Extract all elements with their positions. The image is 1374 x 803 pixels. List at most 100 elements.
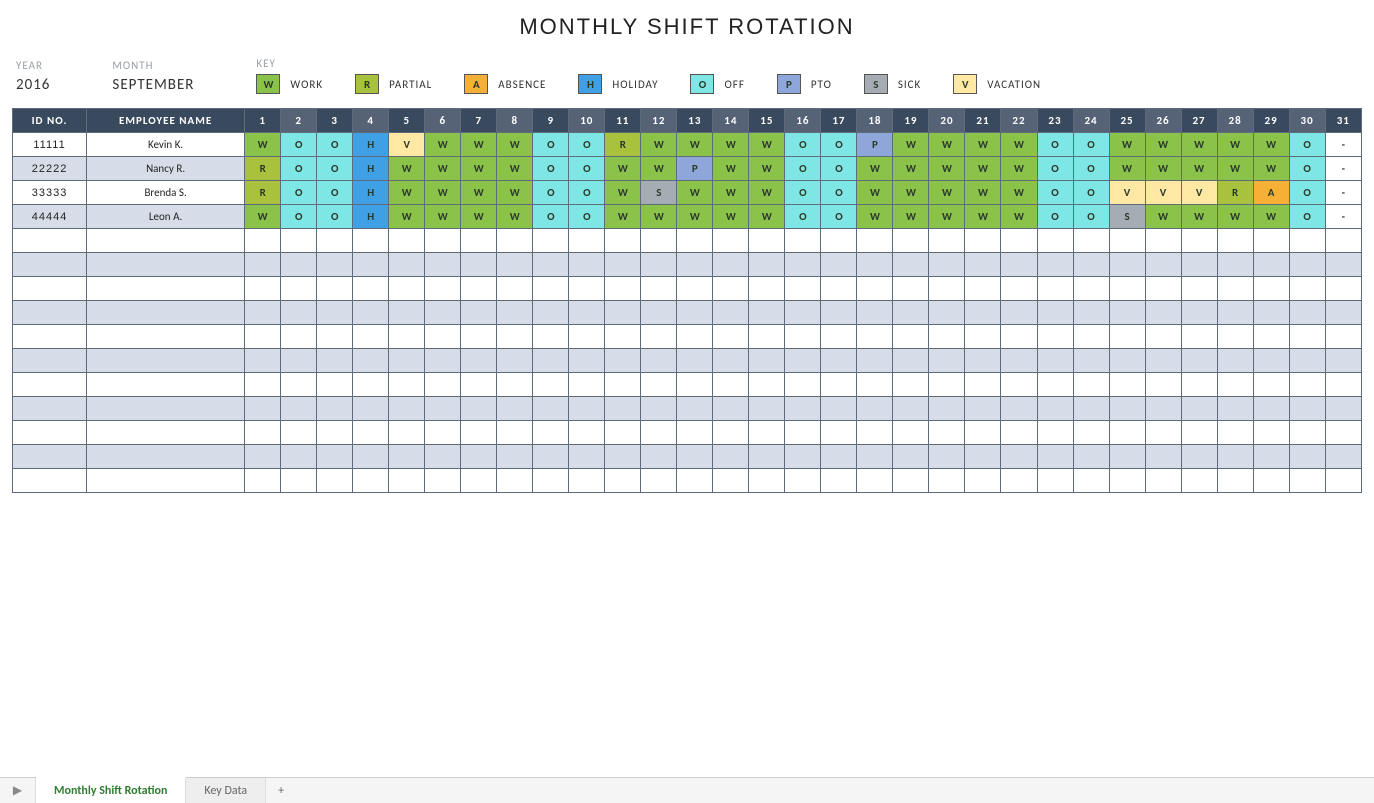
- cell-shift[interactable]: [569, 277, 605, 301]
- cell-shift[interactable]: [389, 349, 425, 373]
- cell-shift[interactable]: W: [893, 181, 929, 205]
- cell-shift[interactable]: [353, 301, 389, 325]
- cell-shift[interactable]: [785, 253, 821, 277]
- cell-shift[interactable]: O: [1037, 205, 1073, 229]
- cell-shift[interactable]: [1289, 301, 1325, 325]
- cell-shift[interactable]: O: [1073, 181, 1109, 205]
- cell-shift[interactable]: [821, 397, 857, 421]
- cell-shift[interactable]: [1253, 229, 1289, 253]
- cell-shift[interactable]: [461, 469, 497, 493]
- cell-shift[interactable]: A: [1253, 181, 1289, 205]
- cell-shift[interactable]: W: [461, 181, 497, 205]
- cell-shift[interactable]: [605, 229, 641, 253]
- cell-shift[interactable]: H: [353, 133, 389, 157]
- cell-shift[interactable]: [1073, 349, 1109, 373]
- cell-shift[interactable]: [713, 325, 749, 349]
- cell-name[interactable]: [87, 421, 245, 445]
- year-value[interactable]: 2016: [16, 76, 50, 94]
- cell-shift[interactable]: [569, 469, 605, 493]
- cell-shift[interactable]: H: [353, 181, 389, 205]
- cell-shift[interactable]: [1253, 421, 1289, 445]
- cell-shift[interactable]: [785, 325, 821, 349]
- cell-shift[interactable]: W: [1145, 205, 1181, 229]
- cell-shift[interactable]: [1109, 373, 1145, 397]
- tab-key-data[interactable]: Key Data: [186, 778, 266, 803]
- cell-shift[interactable]: O: [1289, 133, 1325, 157]
- cell-shift[interactable]: [533, 469, 569, 493]
- cell-shift[interactable]: [1181, 349, 1217, 373]
- cell-shift[interactable]: [677, 253, 713, 277]
- cell-shift[interactable]: [569, 349, 605, 373]
- cell-shift[interactable]: [749, 253, 785, 277]
- cell-shift[interactable]: [281, 445, 317, 469]
- cell-shift[interactable]: [1217, 325, 1253, 349]
- cell-shift[interactable]: O: [569, 205, 605, 229]
- cell-shift[interactable]: [317, 397, 353, 421]
- cell-shift[interactable]: [713, 301, 749, 325]
- cell-shift[interactable]: W: [389, 205, 425, 229]
- cell-shift[interactable]: [857, 421, 893, 445]
- cell-shift[interactable]: [425, 469, 461, 493]
- cell-shift[interactable]: [1145, 421, 1181, 445]
- cell-shift[interactable]: [1181, 301, 1217, 325]
- cell-shift[interactable]: [749, 229, 785, 253]
- cell-shift[interactable]: [893, 325, 929, 349]
- cell-shift[interactable]: W: [497, 205, 533, 229]
- cell-shift[interactable]: W: [461, 157, 497, 181]
- cell-shift[interactable]: O: [281, 133, 317, 157]
- cell-shift[interactable]: [425, 445, 461, 469]
- cell-id[interactable]: [13, 445, 87, 469]
- cell-shift[interactable]: [245, 397, 281, 421]
- cell-shift[interactable]: [893, 445, 929, 469]
- cell-name[interactable]: [87, 469, 245, 493]
- cell-shift[interactable]: [497, 301, 533, 325]
- cell-shift[interactable]: [965, 421, 1001, 445]
- cell-shift[interactable]: O: [1289, 181, 1325, 205]
- cell-shift[interactable]: [1289, 445, 1325, 469]
- cell-shift[interactable]: [605, 373, 641, 397]
- cell-shift[interactable]: [965, 397, 1001, 421]
- cell-shift[interactable]: [893, 229, 929, 253]
- cell-shift[interactable]: W: [677, 205, 713, 229]
- cell-shift[interactable]: [965, 349, 1001, 373]
- cell-shift[interactable]: [1181, 421, 1217, 445]
- cell-shift[interactable]: [857, 253, 893, 277]
- cell-shift[interactable]: [857, 469, 893, 493]
- cell-shift[interactable]: [893, 253, 929, 277]
- cell-shift[interactable]: [965, 253, 1001, 277]
- cell-shift[interactable]: [1253, 397, 1289, 421]
- cell-shift[interactable]: [929, 397, 965, 421]
- cell-shift[interactable]: O: [1289, 205, 1325, 229]
- cell-id[interactable]: [13, 349, 87, 373]
- cell-shift[interactable]: [317, 469, 353, 493]
- cell-shift[interactable]: [353, 253, 389, 277]
- cell-shift[interactable]: O: [317, 157, 353, 181]
- cell-shift[interactable]: -: [1325, 157, 1361, 181]
- cell-shift[interactable]: [569, 421, 605, 445]
- cell-shift[interactable]: W: [1001, 133, 1037, 157]
- cell-shift[interactable]: W: [1145, 157, 1181, 181]
- cell-shift[interactable]: [497, 253, 533, 277]
- cell-shift[interactable]: [281, 397, 317, 421]
- cell-id[interactable]: 22222: [13, 157, 87, 181]
- cell-shift[interactable]: [965, 301, 1001, 325]
- cell-shift[interactable]: [1073, 301, 1109, 325]
- cell-shift[interactable]: [1217, 469, 1253, 493]
- cell-shift[interactable]: [641, 421, 677, 445]
- cell-shift[interactable]: [821, 421, 857, 445]
- cell-shift[interactable]: [1181, 445, 1217, 469]
- cell-shift[interactable]: O: [281, 157, 317, 181]
- cell-shift[interactable]: -: [1325, 133, 1361, 157]
- cell-shift[interactable]: [389, 469, 425, 493]
- cell-shift[interactable]: [1109, 229, 1145, 253]
- cell-shift[interactable]: [929, 253, 965, 277]
- cell-shift[interactable]: W: [1217, 157, 1253, 181]
- cell-shift[interactable]: [749, 469, 785, 493]
- cell-shift[interactable]: [245, 325, 281, 349]
- cell-shift[interactable]: [1037, 373, 1073, 397]
- cell-shift[interactable]: O: [569, 133, 605, 157]
- cell-id[interactable]: 33333: [13, 181, 87, 205]
- cell-shift[interactable]: [893, 301, 929, 325]
- cell-shift[interactable]: [605, 397, 641, 421]
- cell-shift[interactable]: W: [389, 157, 425, 181]
